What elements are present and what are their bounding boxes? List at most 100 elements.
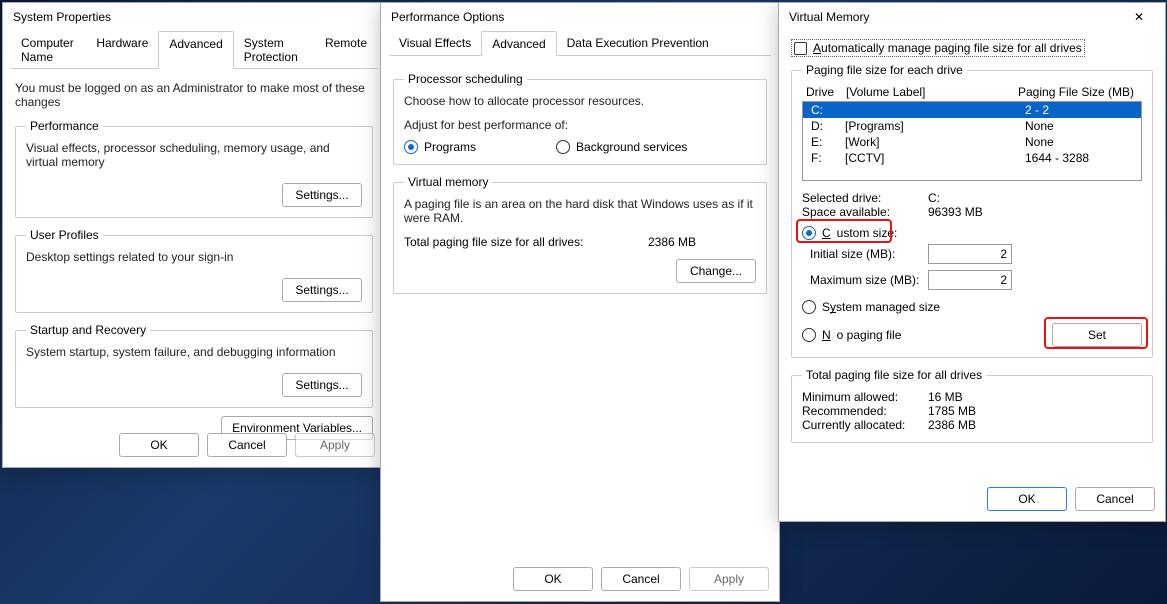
drive-label: [Work]: [845, 135, 1025, 149]
performance-settings-button[interactable]: Settings...: [282, 183, 362, 207]
min-allowed-value: 16 MB: [928, 390, 963, 404]
drive-size: 1644 - 3288: [1025, 151, 1133, 165]
ok-button[interactable]: OK: [987, 487, 1067, 511]
apply-button[interactable]: Apply: [295, 433, 375, 457]
drive-list[interactable]: C:2 - 2D:[Programs]NoneE:[Work]NoneF:[CC…: [802, 101, 1142, 181]
dialog-buttons: OK Cancel Apply: [513, 567, 769, 591]
apply-button[interactable]: Apply: [689, 567, 769, 591]
system-managed-label: System managed size: [822, 300, 940, 314]
titlebar: System Properties: [3, 3, 385, 31]
set-button[interactable]: Set: [1052, 323, 1142, 347]
custom-size-radio[interactable]: Custom size:: [802, 226, 897, 240]
tab-hardware[interactable]: Hardware: [86, 31, 158, 68]
window-title: Virtual Memory: [789, 10, 869, 24]
tab-visual-effects[interactable]: Visual Effects: [389, 31, 481, 55]
custom-size-label: ustom size:: [837, 226, 898, 240]
drive-size: None: [1025, 119, 1133, 133]
drive-row[interactable]: E:[Work]None: [803, 134, 1141, 150]
startup-recovery-group: Startup and Recovery System startup, sys…: [15, 323, 373, 408]
adjust-for-label: Adjust for best performance of:: [404, 118, 756, 132]
radio-icon: [556, 140, 570, 154]
processor-scheduling-desc: Choose how to allocate processor resourc…: [404, 94, 756, 108]
checkbox-icon: [794, 42, 807, 55]
drive-size: 2 - 2: [1025, 103, 1133, 117]
drive-row[interactable]: C: 2 - 2: [803, 102, 1141, 118]
drive-row[interactable]: F:[CCTV]1644 - 3288: [803, 150, 1141, 166]
body: You must be logged on as an Administrato…: [3, 69, 385, 450]
tab-dep[interactable]: Data Execution Prevention: [557, 31, 719, 55]
system-managed-radio[interactable]: System managed size: [802, 300, 940, 314]
cancel-button[interactable]: Cancel: [601, 567, 681, 591]
cancel-button[interactable]: Cancel: [207, 433, 287, 457]
dialog-buttons: OK Cancel: [987, 487, 1155, 511]
tabs: Visual Effects Advanced Data Execution P…: [389, 31, 771, 56]
selected-drive-value: C:: [928, 191, 940, 205]
ok-button[interactable]: OK: [513, 567, 593, 591]
user-profiles-legend: User Profiles: [26, 228, 103, 242]
ok-button[interactable]: OK: [119, 433, 199, 457]
drive-letter: E:: [811, 135, 845, 149]
system-properties-dialog: System Properties Computer Name Hardware…: [2, 2, 386, 468]
totals-group: Total paging file size for all drives Mi…: [791, 368, 1153, 443]
tab-advanced[interactable]: Advanced: [158, 31, 233, 69]
background-services-radio-label: Background services: [576, 140, 687, 154]
user-profiles-group: User Profiles Desktop settings related t…: [15, 228, 373, 313]
tab-advanced[interactable]: Advanced: [481, 31, 556, 56]
radio-icon: [404, 140, 418, 154]
paging-file-size-legend: Paging file size for each drive: [802, 63, 967, 77]
virtual-memory-dialog: Virtual Memory ✕ Automatically manage pa…: [778, 2, 1166, 522]
drive-letter: C:: [811, 103, 845, 117]
radio-icon: [802, 328, 816, 342]
tab-remote[interactable]: Remote: [315, 31, 377, 68]
auto-manage-label-first: A: [813, 41, 821, 55]
titlebar: Performance Options: [381, 3, 779, 31]
size-col-header: Paging File Size (MB): [1018, 85, 1134, 99]
drive-letter: F:: [811, 151, 845, 165]
performance-options-dialog: Performance Options Visual Effects Advan…: [380, 2, 780, 602]
body: Automatically manage paging file size fo…: [779, 31, 1165, 459]
space-available-label: Space available:: [802, 205, 928, 219]
total-paging-label: Total paging file size for all drives:: [404, 235, 583, 249]
drive-label: [CCTV]: [845, 151, 1025, 165]
tab-computer-name[interactable]: Computer Name: [11, 31, 86, 68]
processor-scheduling-group: Processor scheduling Choose how to alloc…: [393, 72, 767, 165]
min-allowed-label: Minimum allowed:: [802, 390, 928, 404]
dialog-buttons: OK Cancel Apply: [119, 433, 375, 457]
selected-drive-label: Selected drive:: [802, 191, 928, 205]
auto-manage-checkbox[interactable]: Automatically manage paging file size fo…: [791, 39, 1085, 57]
startup-recovery-legend: Startup and Recovery: [26, 323, 150, 337]
programs-radio[interactable]: Programs: [404, 140, 476, 154]
initial-size-label: Initial size (MB):: [802, 247, 928, 261]
drive-label: [Programs]: [845, 119, 1025, 133]
radio-icon: [802, 300, 816, 314]
background-services-radio[interactable]: Background services: [556, 140, 687, 154]
total-paging-value: 2386 MB: [648, 235, 696, 249]
drive-letter: D:: [811, 119, 845, 133]
tab-system-protection[interactable]: System Protection: [234, 31, 315, 68]
tabs: Computer Name Hardware Advanced System P…: [11, 31, 377, 69]
close-button[interactable]: ✕: [1119, 5, 1159, 29]
window-title: Performance Options: [391, 10, 504, 24]
space-available-value: 96393 MB: [928, 205, 983, 219]
volume-col-header: [Volume Label]: [846, 85, 1012, 99]
change-button[interactable]: Change...: [676, 259, 756, 283]
currently-allocated-label: Currently allocated:: [802, 418, 928, 432]
titlebar: Virtual Memory ✕: [779, 3, 1165, 31]
body: Processor scheduling Choose how to alloc…: [381, 56, 779, 310]
totals-legend: Total paging file size for all drives: [802, 368, 986, 382]
paging-file-size-group: Paging file size for each drive Drive [V…: [791, 63, 1153, 358]
no-paging-file-label: o paging file: [837, 328, 902, 342]
drive-col-header: Drive: [806, 85, 840, 99]
programs-radio-label: Programs: [424, 140, 476, 154]
maximum-size-input[interactable]: [928, 270, 1012, 290]
user-profiles-settings-button[interactable]: Settings...: [282, 278, 362, 302]
drive-row[interactable]: D:[Programs]None: [803, 118, 1141, 134]
processor-scheduling-legend: Processor scheduling: [404, 72, 527, 86]
startup-recovery-settings-button[interactable]: Settings...: [282, 373, 362, 397]
cancel-button[interactable]: Cancel: [1075, 487, 1155, 511]
currently-allocated-value: 2386 MB: [928, 418, 976, 432]
no-paging-file-radio[interactable]: No paging file: [802, 328, 901, 342]
recommended-label: Recommended:: [802, 404, 928, 418]
performance-desc: Visual effects, processor scheduling, me…: [26, 141, 362, 169]
initial-size-input[interactable]: [928, 244, 1012, 264]
